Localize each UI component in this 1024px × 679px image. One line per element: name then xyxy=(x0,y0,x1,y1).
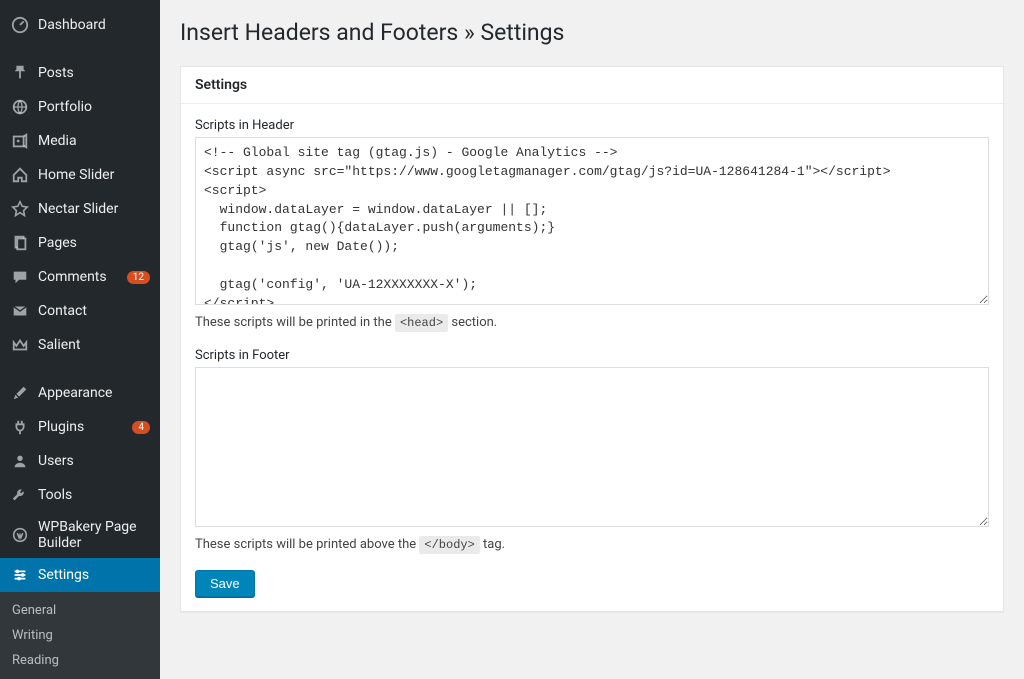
pages-icon xyxy=(10,233,30,253)
sidebar-item-comments[interactable]: Comments 12 xyxy=(0,260,160,294)
sidebar-item-label: Nectar Slider xyxy=(38,201,150,217)
settings-submenu: GeneralWritingReading xyxy=(0,592,160,679)
sidebar-item-label: Dashboard xyxy=(38,17,150,33)
admin-sidebar: Dashboard Posts Portfolio Media Home Slider N… xyxy=(0,0,160,651)
settings-sub-writing[interactable]: Writing xyxy=(0,623,160,648)
panel-title: Settings xyxy=(181,67,1003,104)
sidebar-item-label: Salient xyxy=(38,337,150,353)
sidebar-item-label: Comments xyxy=(38,269,123,285)
sidebar-item-home-slider[interactable]: Home Slider xyxy=(0,158,160,192)
sidebar-item-nectar-slider[interactable]: Nectar Slider xyxy=(0,192,160,226)
sidebar-item-contact[interactable]: Contact xyxy=(0,294,160,328)
sliders-icon xyxy=(10,565,30,585)
scripts-header-label: Scripts in Header xyxy=(195,118,989,133)
sidebar-item-posts[interactable]: Posts xyxy=(0,56,160,90)
wpb-icon xyxy=(10,525,30,545)
settings-sub-general[interactable]: General xyxy=(0,598,160,623)
sidebar-item-label: Users xyxy=(38,453,150,469)
hint-text: These scripts will be printed above the xyxy=(195,537,419,552)
sidebar-item-label: Pages xyxy=(38,235,150,251)
sidebar-separator xyxy=(0,42,160,56)
globe-icon xyxy=(10,97,30,117)
sidebar-item-label: Contact xyxy=(38,303,150,319)
sidebar-item-label: Tools xyxy=(38,487,150,503)
sidebar-item-label: Plugins xyxy=(38,419,128,435)
settings-panel: Settings Scripts in Header These scripts… xyxy=(180,66,1004,612)
wrench-icon xyxy=(10,485,30,505)
home-icon xyxy=(10,165,30,185)
sidebar-item-plugins[interactable]: Plugins 4 xyxy=(0,410,160,444)
sidebar-item-wpbakery-page-builder[interactable]: WPBakery Page Builder xyxy=(0,512,160,558)
hint-text: These scripts will be printed in the xyxy=(195,315,395,330)
sidebar-separator xyxy=(0,362,160,376)
scripts-header-hint: These scripts will be printed in the <he… xyxy=(195,315,989,330)
star-icon xyxy=(10,199,30,219)
sidebar-item-settings[interactable]: Settings xyxy=(0,558,160,592)
main-content: Insert Headers and Footers » Settings Se… xyxy=(160,0,1024,651)
crown-icon xyxy=(10,335,30,355)
settings-sub-reading[interactable]: Reading xyxy=(0,648,160,673)
head-tag-code: <head> xyxy=(395,314,448,332)
sidebar-item-salient[interactable]: Salient xyxy=(0,328,160,362)
sidebar-item-label: Home Slider xyxy=(38,167,150,183)
plug-icon xyxy=(10,417,30,437)
sidebar-item-tools[interactable]: Tools xyxy=(0,478,160,512)
sidebar-badge: 4 xyxy=(132,421,150,434)
sidebar-item-dashboard[interactable]: Dashboard xyxy=(0,8,160,42)
sidebar-item-label: Settings xyxy=(38,567,150,583)
scripts-footer-label: Scripts in Footer xyxy=(195,348,989,363)
hint-text: tag. xyxy=(480,537,505,552)
sidebar-item-pages[interactable]: Pages xyxy=(0,226,160,260)
sidebar-item-label: WPBakery Page Builder xyxy=(38,519,150,551)
hint-text: section. xyxy=(448,315,497,330)
comments-icon xyxy=(10,267,30,287)
scripts-header-textarea[interactable] xyxy=(195,137,989,305)
sidebar-item-label: Media xyxy=(38,133,150,149)
scripts-footer-textarea[interactable] xyxy=(195,367,989,527)
sidebar-item-portfolio[interactable]: Portfolio xyxy=(0,90,160,124)
sidebar-item-label: Appearance xyxy=(38,385,150,401)
sidebar-item-appearance[interactable]: Appearance xyxy=(0,376,160,410)
page-title: Insert Headers and Footers » Settings xyxy=(180,10,1004,66)
sidebar-item-label: Posts xyxy=(38,65,150,81)
sidebar-item-label: Portfolio xyxy=(38,99,150,115)
sidebar-badge: 12 xyxy=(127,271,150,284)
sidebar-item-users[interactable]: Users xyxy=(0,444,160,478)
scripts-footer-hint: These scripts will be printed above the … xyxy=(195,537,989,552)
user-icon xyxy=(10,451,30,471)
save-button[interactable]: Save xyxy=(195,570,255,597)
body-tag-code: </body> xyxy=(419,536,479,554)
mail-icon xyxy=(10,301,30,321)
pin-icon xyxy=(10,63,30,83)
media-icon xyxy=(10,131,30,151)
sidebar-item-media[interactable]: Media xyxy=(0,124,160,158)
dashboard-icon xyxy=(10,15,30,35)
brush-icon xyxy=(10,383,30,403)
